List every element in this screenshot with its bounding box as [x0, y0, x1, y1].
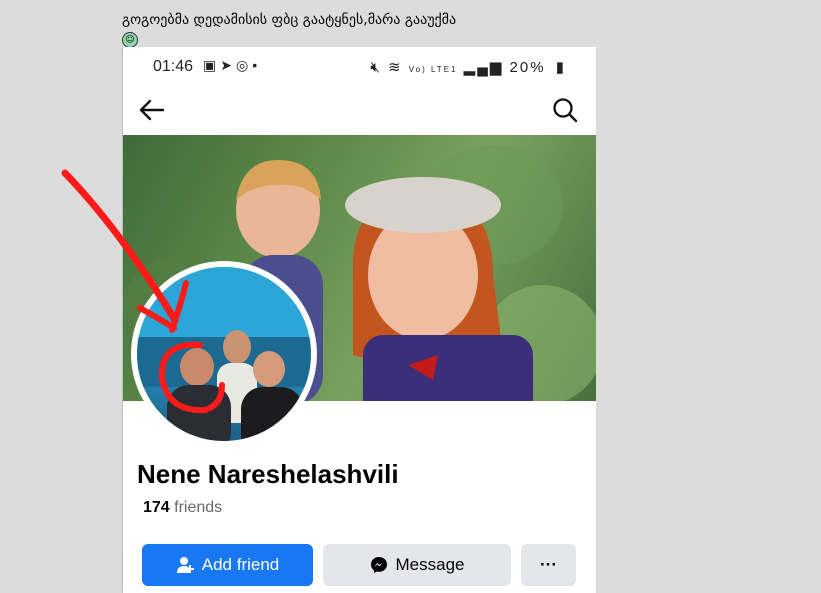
messenger-icon: [370, 557, 387, 573]
top-nav: [123, 85, 596, 135]
whatsapp-icon: ◎: [235, 57, 253, 73]
more-icon: ···: [540, 555, 557, 574]
friends-label: friends: [174, 499, 223, 516]
status-time: 01:46: [153, 58, 194, 75]
search-icon[interactable]: [550, 95, 580, 125]
mute-icon: 🔇︎: [370, 59, 382, 76]
cover-woman-figure: [345, 177, 533, 401]
phone-screenshot: 01:46 ▣➤◎• 🔇︎ ≋ Vo) LTE1 ▂▄▆ 20% ▮ Nene …: [122, 47, 596, 593]
profile-picture-content: [137, 267, 311, 441]
status-dot: •: [252, 57, 262, 73]
battery-icon: ▮: [555, 59, 566, 76]
friends-count-line[interactable]: 174 friends: [143, 499, 222, 517]
gallery-icon: ▣: [203, 57, 221, 73]
add-friend-label: Add friend: [201, 555, 280, 574]
add-friend-button[interactable]: Add friend: [142, 544, 313, 586]
message-button[interactable]: Message: [323, 544, 511, 586]
message-label: Message: [395, 555, 465, 574]
telegram-icon: ➤: [220, 57, 236, 73]
signal-text: Vo) LTE1: [408, 65, 458, 74]
profile-name: Nene Nareshelashvili: [137, 459, 399, 489]
battery-percent: 20%: [509, 59, 546, 76]
more-options-button[interactable]: ···: [521, 544, 576, 586]
status-app-icons: ▣➤◎•: [203, 57, 261, 74]
profile-picture[interactable]: [137, 267, 311, 441]
status-system-icons: 🔇︎ ≋ Vo) LTE1 ▂▄▆ 20% ▮: [370, 58, 566, 76]
friends-count: 174: [143, 499, 170, 516]
wifi-icon: ≋: [387, 59, 403, 76]
emoji-icon: ☺: [122, 32, 138, 48]
signal-icon: ▂▄▆: [463, 59, 504, 76]
post-caption: გოგოებმა დედამისის ფბც გაატყნეს,მარა გაა…: [122, 12, 457, 28]
status-bar: 01:46 ▣➤◎• 🔇︎ ≋ Vo) LTE1 ▂▄▆ 20% ▮: [123, 47, 596, 85]
add-friend-icon: [176, 557, 194, 573]
back-arrow-icon[interactable]: [137, 95, 167, 125]
